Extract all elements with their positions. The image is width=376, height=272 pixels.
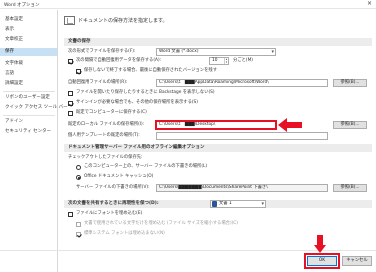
red-arrow-down-icon bbox=[314, 235, 326, 253]
sidebar-divider bbox=[3, 115, 55, 116]
ok-button[interactable]: OK bbox=[307, 256, 337, 266]
backstage-label: ファイルを開いたり保存したりするときに Backstage を表示しない(S) bbox=[76, 90, 215, 95]
embed-fonts-label: ファイルにフォントを埋め込む(E) bbox=[76, 211, 143, 216]
checkout-label: チェックアウトしたファイルの保存先: bbox=[68, 155, 143, 160]
autorecover-label: 次の間隔で自動回復用データを保存する(A): bbox=[76, 58, 162, 63]
autorecover-path-input[interactable]: C:\Users\ｴ ███AppData\Roaming\Microsoft\… bbox=[156, 79, 328, 87]
sidebar-item-customize-ribbon[interactable]: リボンのユーザー設定 bbox=[0, 94, 57, 102]
no-common-fonts-label: 標準システム フォントは埋め込まない(N) bbox=[84, 231, 165, 236]
drafts-location-label: サーバー ファイルの下書きの場所(V): bbox=[76, 185, 150, 190]
no-common-fonts-checkbox[interactable] bbox=[76, 232, 81, 237]
sidebar-item-typography[interactable]: 文字体裁 bbox=[0, 60, 57, 68]
red-arrow-left-icon bbox=[278, 118, 302, 132]
default-local-path-input[interactable]: C:\Users\ｴ ███\Desktop\ bbox=[156, 121, 276, 129]
main-panel: ドキュメントの保存方法を指定します。 文書の保存 次の形式でファイルを保存する(… bbox=[60, 10, 374, 272]
save-document-icon bbox=[64, 16, 75, 25]
spinner-arrows-icon[interactable]: ▴ ▾ bbox=[224, 58, 228, 64]
browse-default-local-button[interactable]: 参照(B)... bbox=[333, 121, 367, 129]
radio-office-cache[interactable] bbox=[76, 175, 81, 180]
backstage-checkbox[interactable] bbox=[68, 91, 73, 96]
preserve-fidelity-label: 次の文書を共有するときに再現性を保つ(D): bbox=[68, 201, 159, 206]
word-document-icon bbox=[212, 201, 217, 207]
show-other-locations-checkbox[interactable] bbox=[68, 101, 73, 106]
close-icon[interactable]: × bbox=[367, 1, 372, 7]
embed-used-chars-checkbox[interactable] bbox=[76, 222, 81, 227]
sidebar-item-proofing[interactable]: 文章校正 bbox=[0, 36, 57, 44]
sidebar-item-display[interactable]: 表示 bbox=[0, 26, 57, 34]
sidebar-item-general[interactable]: 基本設定 bbox=[0, 16, 57, 24]
embed-fonts-checkbox[interactable] bbox=[68, 212, 73, 217]
format-label: 次の形式でファイルを保存する(F): bbox=[68, 49, 136, 54]
autorecover-minutes-spinner[interactable]: 10 ▴ ▾ bbox=[209, 57, 229, 65]
window-title: Word オプション bbox=[4, 3, 40, 8]
default-computer-checkbox[interactable] bbox=[68, 111, 73, 116]
browse-autorecover-button[interactable]: 参照(B)... bbox=[333, 79, 367, 87]
radio-office-cache-label: Office ドキュメント キャッシュ(O) bbox=[84, 174, 154, 179]
sidebar-item-language[interactable]: 言語 bbox=[0, 70, 57, 78]
sidebar-item-advanced[interactable]: 詳細設定 bbox=[0, 80, 57, 88]
default-computer-label: 既定でコンピューターに保存する(C) bbox=[76, 110, 147, 115]
autorecover-path-label: 自動回復用ファイルの場所(R): bbox=[68, 80, 128, 85]
keep-last-checkbox[interactable] bbox=[76, 69, 81, 74]
drafts-location-input[interactable]: C:\Users\███████\Documents\SharePoint 下書… bbox=[156, 184, 328, 192]
section-offline-editing: ドキュメント管理サーバー ファイル用のオフライン編集オプション bbox=[64, 144, 372, 152]
fidelity-document-value: 文書 1 bbox=[219, 201, 232, 206]
template-location-label: 個人用テンプレートの既定の場所(T): bbox=[68, 133, 140, 138]
page-heading: ドキュメントの保存方法を指定します。 bbox=[78, 18, 168, 24]
minutes-unit-label: 分ごと(M) bbox=[233, 58, 253, 63]
sidebar-item-trust-center[interactable]: セキュリティ センター bbox=[0, 128, 57, 136]
sidebar-item-quick-access[interactable]: クイック アクセス ツール バー bbox=[0, 104, 68, 112]
sidebar-item-addins[interactable]: アドイン bbox=[0, 118, 57, 126]
autorecover-minutes-value: 10 bbox=[212, 58, 218, 63]
sidebar: 基本設定 表示 文章校正 保存 文字体裁 言語 詳細設定 リボンのユーザー設定 … bbox=[0, 10, 68, 272]
show-other-locations-label: サインインが必要な場合でも、その他の保存場所を表示する(S) bbox=[76, 100, 198, 105]
radio-local-drafts[interactable] bbox=[76, 165, 81, 170]
autorecover-checkbox[interactable] bbox=[68, 59, 73, 64]
sidebar-item-save[interactable]: 保存 bbox=[0, 48, 57, 56]
embed-used-chars-label: 文書で使用されている文字だけを埋め込む (ファイル サイズを縮小する場合)(C) bbox=[84, 221, 238, 226]
section-save-documents: 文書の保存 bbox=[64, 38, 372, 46]
template-location-input[interactable] bbox=[156, 132, 328, 140]
title-bar: Word オプション × bbox=[0, 0, 376, 9]
keep-last-label: 保存しないで終了する場合、最後に自動保存されたバージョンを残す bbox=[84, 68, 217, 73]
browse-drafts-button[interactable]: 参照(B)... bbox=[333, 184, 367, 192]
cancel-button[interactable]: キャンセル bbox=[342, 256, 372, 266]
save-format-select[interactable]: Word 文書 (*.docx) bbox=[156, 48, 276, 56]
fidelity-document-select[interactable]: 文書 1 bbox=[210, 200, 266, 208]
default-local-label: 既定のローカル ファイルの保存場所(I): bbox=[68, 122, 145, 127]
radio-local-drafts-label: このコンピューター上の、サーバー ファイルの下書きの場所(L) bbox=[84, 164, 208, 169]
sidebar-divider bbox=[3, 91, 55, 92]
